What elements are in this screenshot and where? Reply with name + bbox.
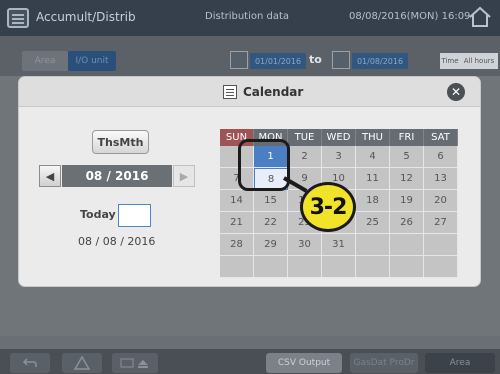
time-label: Time	[440, 53, 460, 69]
warning-icon	[74, 356, 90, 370]
calendar-day[interactable]: 11	[356, 168, 390, 190]
weekday-5: FRI	[390, 129, 424, 146]
calendar-day	[424, 234, 458, 256]
today-date: 08 / 08 / 2016	[78, 235, 156, 248]
calendar-day	[390, 234, 424, 256]
weekday-3: WED	[322, 129, 356, 146]
calendar-day	[254, 256, 288, 278]
csv-output-button[interactable]: CSV Output	[266, 353, 342, 373]
footer-bar: CSV Output GasDat ProDr Area	[0, 349, 500, 374]
calendar-day	[288, 256, 322, 278]
close-button[interactable]: ✕	[447, 83, 465, 101]
start-date-field[interactable]: 01/01/2016	[250, 53, 306, 69]
calendar-day[interactable]: 20	[424, 190, 458, 212]
calendar-day[interactable]: 22	[254, 212, 288, 234]
dialog-title-bar: Calendar ✕	[19, 77, 480, 107]
datetime-display: 08/08/2016(MON) 16:09	[349, 11, 471, 22]
calendar-day[interactable]: 12	[390, 168, 424, 190]
calendar-day[interactable]: 4	[356, 146, 390, 168]
calendar-day[interactable]: 26	[390, 212, 424, 234]
calendar-day	[356, 234, 390, 256]
screen-subtitle: Distribution data	[205, 11, 290, 22]
callout-badge: 3-2	[300, 182, 356, 232]
camera-button[interactable]	[112, 353, 158, 373]
start-calendar-icon[interactable]	[230, 51, 248, 69]
calendar-day[interactable]: 13	[424, 168, 458, 190]
calendar-day	[322, 256, 356, 278]
gasdat-button[interactable]: GasDat ProDr	[350, 353, 418, 373]
weekday-6: SAT	[424, 129, 458, 146]
calendar-day[interactable]: 29	[254, 234, 288, 256]
area-footer-button[interactable]: Area	[425, 353, 495, 373]
iounit-tab[interactable]: I/O unit	[68, 51, 116, 71]
today-button[interactable]	[118, 204, 151, 227]
calendar-day	[356, 256, 390, 278]
calendar-day[interactable]: 25	[356, 212, 390, 234]
home-icon[interactable]	[468, 6, 492, 28]
close-icon: ✕	[450, 85, 462, 99]
month-display: 08 / 2016	[62, 165, 172, 187]
back-button[interactable]	[10, 353, 50, 373]
screen-title: Accumult/Distrib	[36, 10, 136, 24]
calendar-day[interactable]: 31	[322, 234, 356, 256]
calendar-day[interactable]: 3	[322, 146, 356, 168]
calendar-day[interactable]: 27	[424, 212, 458, 234]
calendar-icon	[223, 85, 237, 99]
this-month-button[interactable]: ThsMth	[92, 130, 149, 154]
area-tab[interactable]: Area	[22, 51, 68, 71]
weekday-4: THU	[356, 129, 390, 146]
calendar-day[interactable]: 15	[254, 190, 288, 212]
warning-button[interactable]	[62, 353, 102, 373]
calendar-day[interactable]: 14	[220, 190, 254, 212]
list-menu-icon[interactable]	[7, 8, 29, 28]
calendar-day[interactable]: 28	[220, 234, 254, 256]
arrow-left-icon: ◀	[45, 169, 55, 183]
dialog-title: Calendar	[243, 85, 304, 99]
calendar-day[interactable]: 30	[288, 234, 322, 256]
today-label: Today	[80, 208, 116, 221]
back-arrow-icon	[22, 358, 37, 367]
next-month-button[interactable]: ▶	[173, 165, 195, 187]
arrow-right-icon: ▶	[179, 169, 189, 183]
callout-highlight-ring	[238, 139, 290, 191]
calendar-week: 28 29 30 31	[220, 234, 460, 256]
weekday-2: TUE	[288, 129, 322, 146]
end-calendar-icon[interactable]	[332, 51, 350, 69]
calendar-day	[424, 256, 458, 278]
calendar-day[interactable]: 2	[288, 146, 322, 168]
to-label: to	[309, 53, 322, 66]
calendar-day	[390, 256, 424, 278]
allhours-button[interactable]: All hours	[460, 53, 498, 69]
prev-month-button[interactable]: ◀	[39, 165, 61, 187]
calendar-day[interactable]: 6	[424, 146, 458, 168]
calendar-day	[220, 256, 254, 278]
camera-eject-icon	[120, 358, 148, 368]
calendar-day[interactable]: 21	[220, 212, 254, 234]
calendar-day[interactable]: 19	[390, 190, 424, 212]
end-date-field[interactable]: 01/08/2016	[352, 53, 408, 69]
calendar-day[interactable]: 18	[356, 190, 390, 212]
calendar-week	[220, 256, 460, 278]
calendar-day[interactable]: 5	[390, 146, 424, 168]
top-header: Accumult/Distrib Distribution data 08/08…	[0, 0, 500, 36]
